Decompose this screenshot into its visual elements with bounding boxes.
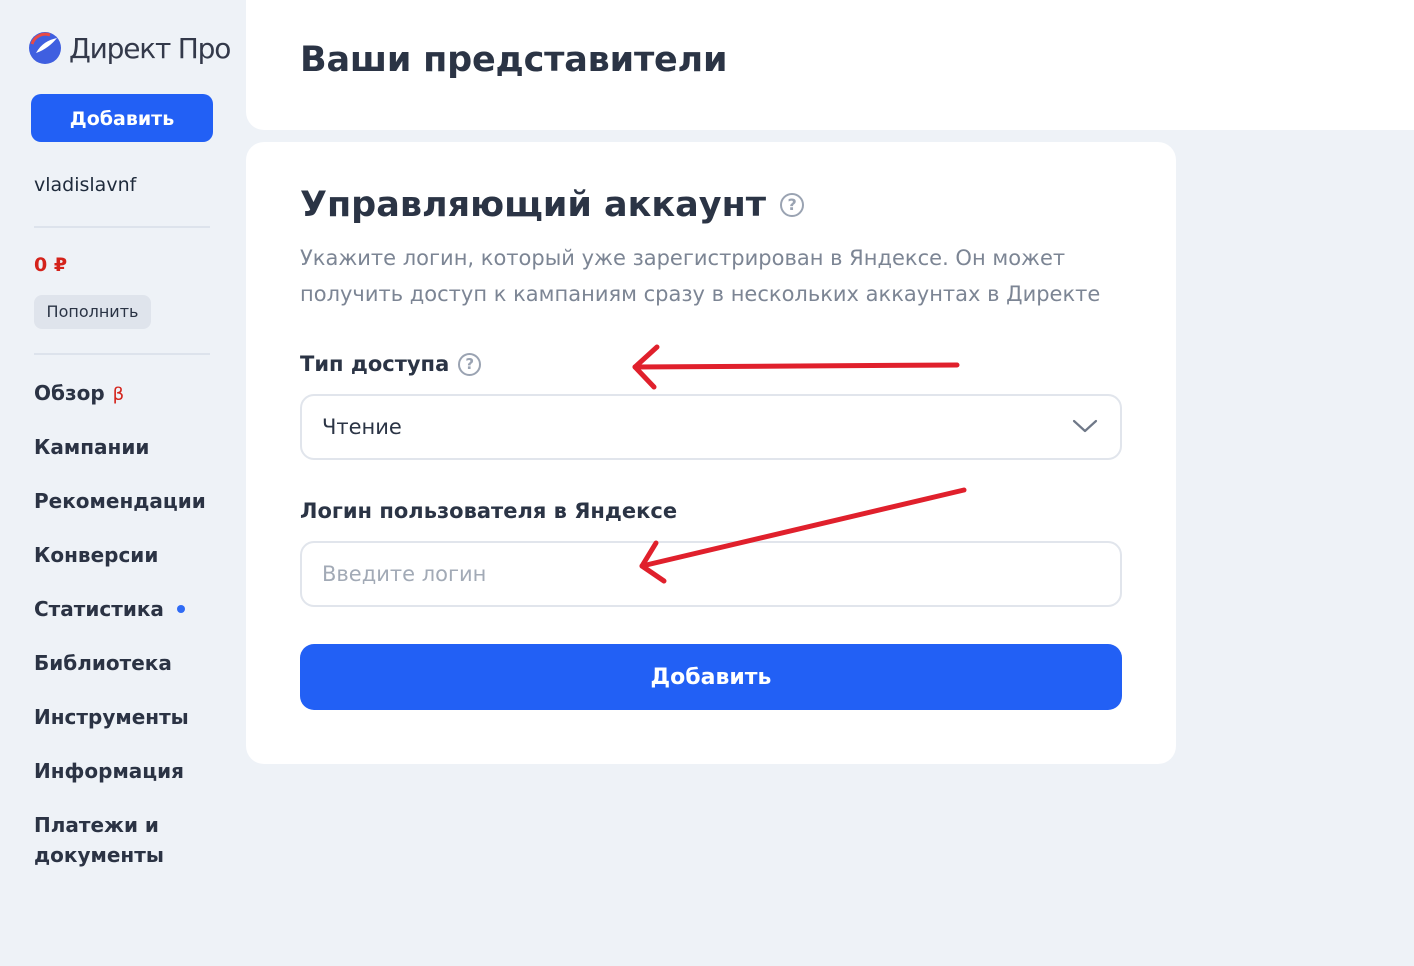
add-campaign-button[interactable]: Добавить <box>31 94 213 142</box>
access-type-label-text: Тип доступа <box>300 352 450 376</box>
nav-item-campaigns[interactable]: Кампании <box>34 432 149 462</box>
access-type-select[interactable]: Чтение <box>300 394 1122 460</box>
divider <box>34 226 210 228</box>
access-type-value: Чтение <box>322 415 402 439</box>
direct-logo-icon <box>29 32 61 64</box>
add-representative-button[interactable]: Добавить <box>300 644 1122 710</box>
nav-item-label: Статистика <box>34 597 164 621</box>
question-circle-icon[interactable]: ? <box>458 352 482 376</box>
page-header: Ваши представители <box>246 0 1414 130</box>
chevron-down-icon <box>1072 419 1098 433</box>
beta-badge: β <box>112 384 125 405</box>
card-title-text: Управляющий аккаунт <box>300 185 767 225</box>
access-type-label: Тип доступа ? <box>300 352 482 376</box>
login-input[interactable] <box>300 541 1122 607</box>
logo-text: Директ Про <box>69 31 231 65</box>
login-label: Логин пользователя в Яндексе <box>300 499 678 523</box>
notification-dot <box>176 604 185 613</box>
nav-item-payments-documents[interactable]: Платежи и документы <box>34 810 184 870</box>
topup-button[interactable]: Пополнить <box>34 295 151 329</box>
nav-item-recommendations[interactable]: Рекомендации <box>34 486 206 516</box>
nav-item-library[interactable]: Библиотека <box>34 648 172 678</box>
managing-account-card: Управляющий аккаунт ? Укажите логин, кот… <box>246 142 1176 764</box>
account-username[interactable]: vladislavnf <box>34 174 136 196</box>
account-balance: 0 ₽ <box>34 254 68 276</box>
question-circle-icon[interactable]: ? <box>780 193 805 217</box>
sidebar: Директ Про Добавить vladislavnf 0 ₽ Попо… <box>0 0 246 966</box>
nav-item-tools[interactable]: Инструменты <box>34 702 189 732</box>
nav-item-overview[interactable]: Обзор β <box>34 378 124 410</box>
nav-item-information[interactable]: Информация <box>34 756 184 786</box>
nav-item-statistics[interactable]: Статистика <box>34 594 185 624</box>
nav-item-label: Обзор <box>34 381 105 405</box>
card-description: Укажите логин, который уже зарегистриров… <box>300 246 1101 306</box>
card-title: Управляющий аккаунт ? <box>300 185 805 225</box>
logo[interactable]: Директ Про <box>28 30 231 66</box>
divider <box>34 353 210 355</box>
page-title: Ваши представители <box>300 40 728 80</box>
nav-item-conversions[interactable]: Конверсии <box>34 540 158 570</box>
